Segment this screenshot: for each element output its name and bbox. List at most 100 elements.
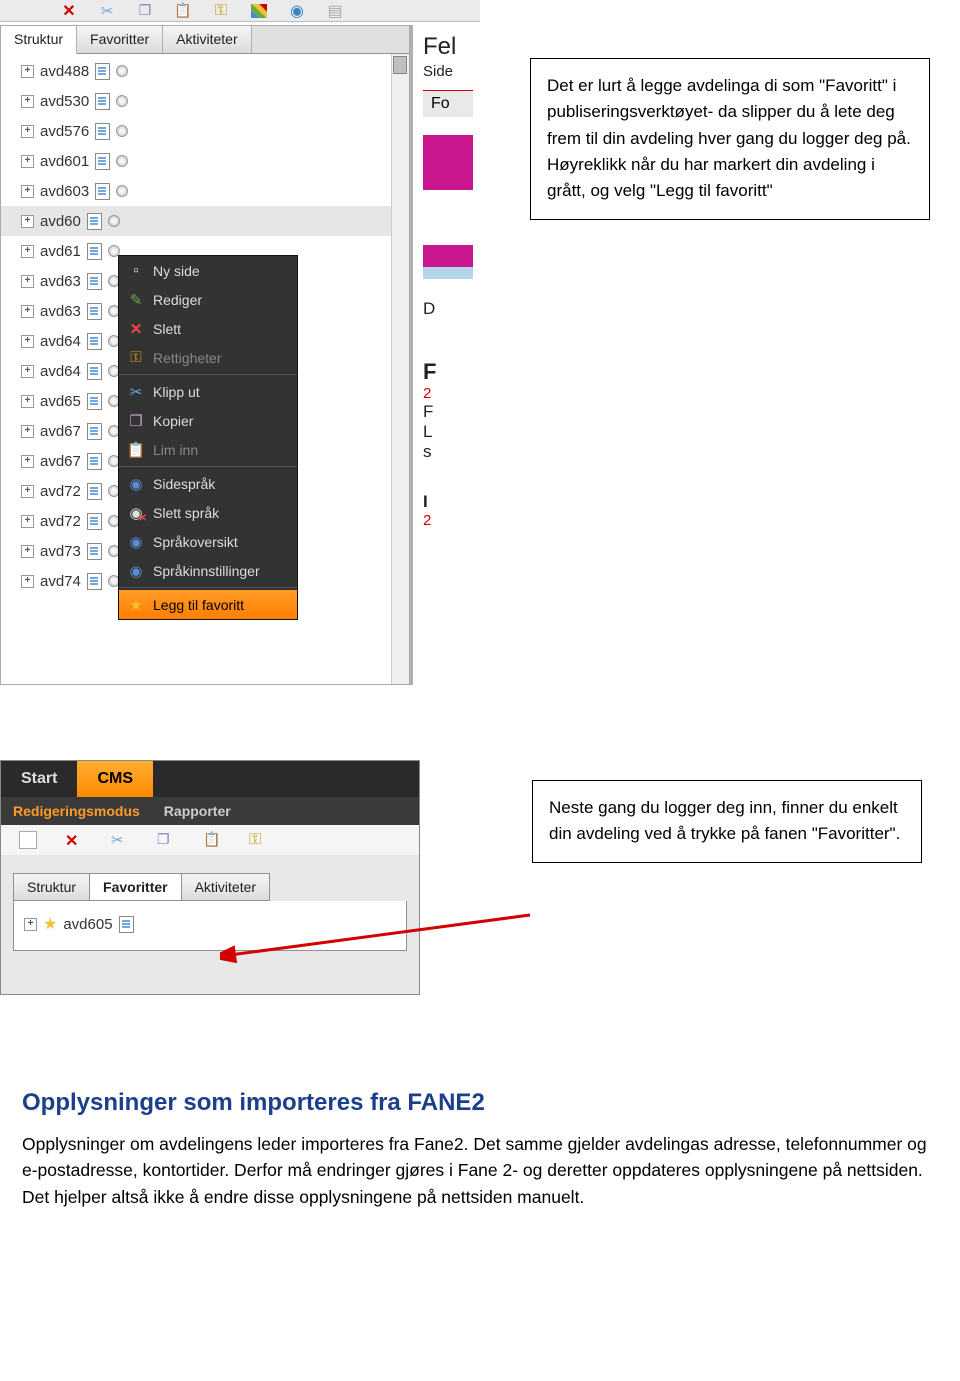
callout-neste-gang: Neste gang du logger deg inn, finner du …	[532, 780, 922, 863]
globe-icon[interactable]: ◉	[288, 2, 306, 20]
cut-icon[interactable]: ✂	[98, 2, 116, 20]
sci-icon: ✂	[127, 383, 145, 401]
ctx-legg-til-favoritt[interactable]: ★Legg til favoritt	[119, 590, 297, 619]
tab-struktur[interactable]: Struktur	[1, 26, 77, 54]
subtab-redigering[interactable]: Redigeringsmodus	[1, 803, 152, 819]
expand-icon[interactable]: +	[21, 95, 34, 108]
tree-row[interactable]: + avd603	[1, 176, 409, 206]
tab-favoritter-2[interactable]: Favoritter	[89, 873, 182, 901]
expand-icon[interactable]: +	[24, 918, 37, 931]
tree-row[interactable]: + avd488	[1, 56, 409, 86]
page-icon	[95, 93, 110, 110]
st-icon: ★	[127, 596, 145, 614]
paste-icon[interactable]: 📋	[174, 2, 192, 20]
ctx-slett-språk[interactable]: ◉ Slett språk	[119, 498, 297, 527]
scrollbar[interactable]	[391, 54, 409, 684]
delete-icon[interactable]: ✕	[65, 831, 83, 849]
page-icon	[87, 393, 102, 410]
copy-icon[interactable]: ❐	[157, 831, 175, 849]
subtab-rapporter[interactable]: Rapporter	[152, 803, 243, 819]
text-frag-fcap: F	[423, 402, 490, 422]
toolbar: ✕ ✂ ❐ 📋 ⚿ ◉ ▤	[0, 0, 480, 22]
tab-cms[interactable]: CMS	[77, 761, 153, 797]
key-icon[interactable]: ⚿	[249, 831, 267, 849]
tree-row[interactable]: + avd60	[1, 206, 409, 236]
tree-label: avd530	[40, 93, 89, 110]
tab-favoritter[interactable]: Favoritter	[77, 26, 163, 53]
tree-label: avd61	[40, 243, 81, 260]
ctx-språkinnstillinger[interactable]: ◉Språkinnstillinger	[119, 556, 297, 585]
key-icon: ⚿	[127, 349, 145, 367]
tree-row-fav[interactable]: + ★ avd605	[14, 909, 406, 939]
page-icon	[87, 453, 102, 470]
tree-row[interactable]: + avd576	[1, 116, 409, 146]
ctx-rediger[interactable]: ✎Rediger	[119, 285, 297, 314]
expand-icon[interactable]: +	[21, 575, 34, 588]
expand-icon[interactable]: +	[21, 215, 34, 228]
blocks-icon[interactable]	[250, 2, 268, 20]
top-nav: Start CMS	[1, 761, 419, 797]
cms-screenshot-2: Start CMS Redigeringsmodus Rapporter ✕ ✂…	[0, 760, 420, 995]
ctx-label: Sidespråk	[153, 476, 215, 492]
copy-icon[interactable]: ❐	[136, 2, 154, 20]
expand-icon[interactable]: +	[21, 485, 34, 498]
favorites-tree: + ★ avd605	[13, 901, 407, 951]
expand-icon[interactable]: +	[21, 515, 34, 528]
expand-icon[interactable]: +	[21, 155, 34, 168]
cut-icon[interactable]: ✂	[111, 831, 129, 849]
page-icon	[95, 153, 110, 170]
lock-icon	[116, 125, 128, 137]
tree-label: avd74	[40, 573, 81, 590]
ctx-label: Slett språk	[153, 505, 219, 521]
expand-icon[interactable]: +	[21, 125, 34, 138]
gx-icon: ◉	[127, 504, 145, 522]
ctx-kopier[interactable]: ❐Kopier	[119, 406, 297, 435]
expand-icon[interactable]: +	[21, 395, 34, 408]
ctx-label: Ny side	[153, 263, 200, 279]
cp-icon: ❐	[127, 412, 145, 430]
tree-label: avd605	[63, 916, 112, 933]
key-icon[interactable]: ⚿	[212, 2, 230, 20]
ctx-slett[interactable]: ✕Slett	[119, 314, 297, 343]
tree-label: avd64	[40, 363, 81, 380]
tab-start[interactable]: Start	[1, 761, 77, 797]
tree-label: avd63	[40, 303, 81, 320]
page-icon	[95, 63, 110, 80]
expand-icon[interactable]: +	[21, 545, 34, 558]
tab-aktiviteter[interactable]: Aktiviteter	[163, 26, 251, 53]
expand-icon[interactable]: +	[21, 65, 34, 78]
ctx-sidespråk[interactable]: ◉Sidespråk	[119, 469, 297, 498]
ctx-språkoversikt[interactable]: ◉Språkoversikt	[119, 527, 297, 556]
blocks-icon[interactable]	[295, 831, 313, 849]
expand-icon[interactable]: +	[21, 185, 34, 198]
expand-icon[interactable]: +	[21, 365, 34, 378]
tree-row[interactable]: + avd601	[1, 146, 409, 176]
ctx-klipp-ut[interactable]: ✂Klipp ut	[119, 377, 297, 406]
new-page-icon[interactable]	[19, 831, 37, 849]
ctx-rettigheter[interactable]: ⚿Rettigheter	[119, 343, 297, 372]
expand-icon[interactable]: +	[21, 425, 34, 438]
tree-label: avd67	[40, 423, 81, 440]
expand-icon[interactable]: +	[21, 245, 34, 258]
body-text: Opplysninger som importeres fra FANE2 Op…	[22, 1085, 932, 1210]
expand-icon[interactable]: +	[21, 275, 34, 288]
ctx-lim-inn[interactable]: 📋Lim inn	[119, 435, 297, 464]
lock-icon	[116, 95, 128, 107]
tree-label: avd603	[40, 183, 89, 200]
expand-icon[interactable]: +	[21, 305, 34, 318]
sub-nav: Redigeringsmodus Rapporter	[1, 797, 419, 825]
delete-icon[interactable]: ✕	[60, 2, 78, 20]
expand-icon[interactable]: +	[21, 335, 34, 348]
icon-toolbar: ✕ ✂ ❐ 📋 ⚿	[1, 825, 419, 855]
tree-row[interactable]: + avd530	[1, 86, 409, 116]
paste-icon[interactable]: 📋	[203, 831, 221, 849]
tab-aktiviteter-2[interactable]: Aktiviteter	[181, 873, 270, 901]
content-label-fragment: Side	[423, 63, 490, 80]
tab-struktur-2[interactable]: Struktur	[13, 873, 90, 901]
tree-label: avd65	[40, 393, 81, 410]
expand-icon[interactable]: +	[21, 455, 34, 468]
page-icon	[87, 243, 102, 260]
tree-label: avd73	[40, 543, 81, 560]
ctx-ny-side[interactable]: ▫Ny side	[119, 256, 297, 285]
doc-icon[interactable]: ▤	[326, 2, 344, 20]
